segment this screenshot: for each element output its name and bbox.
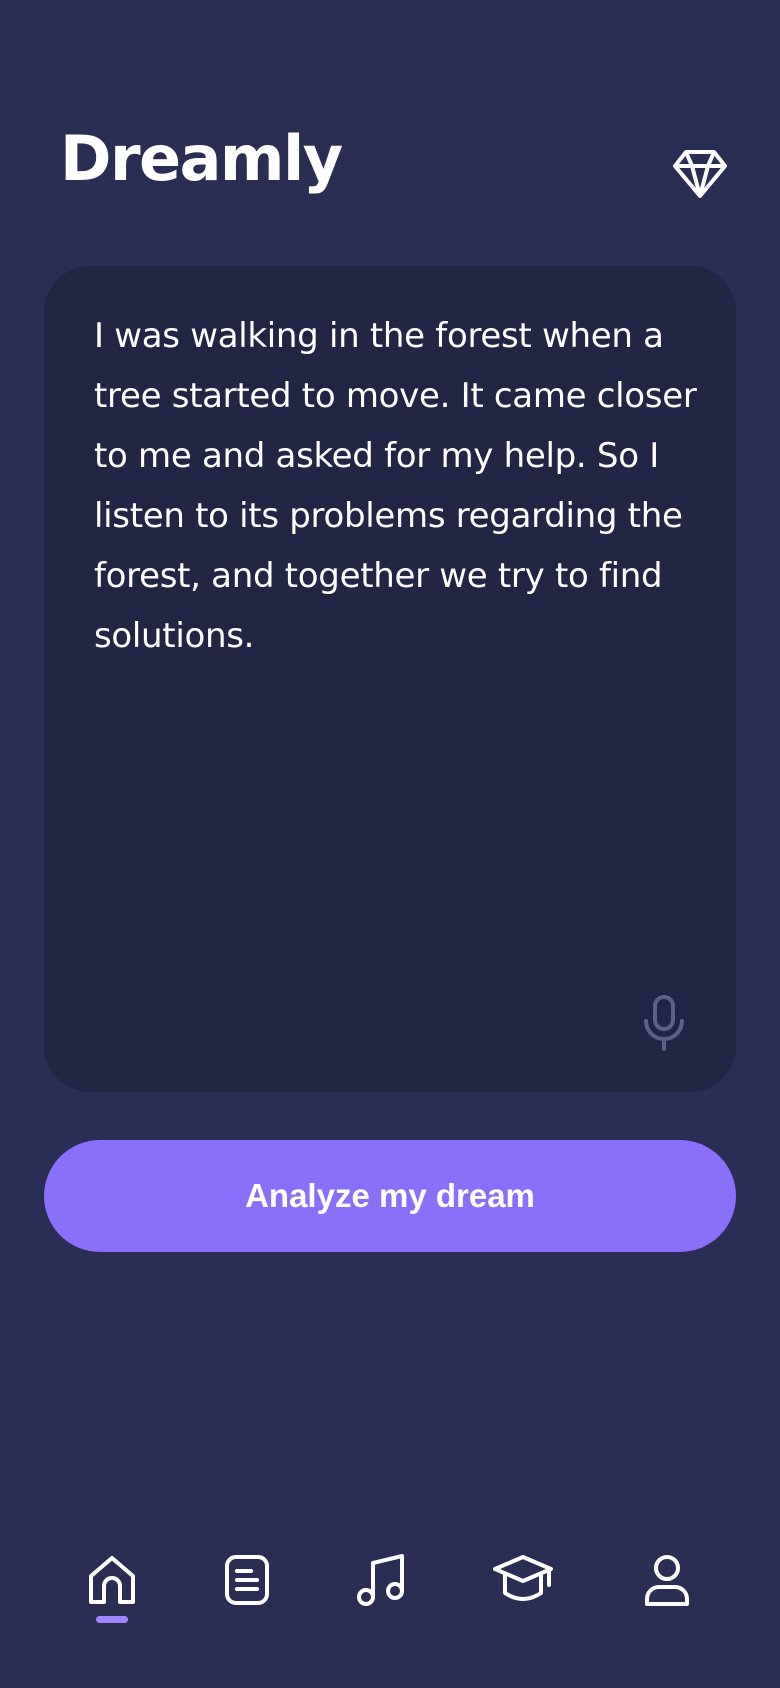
nav-item-learn[interactable]: [483, 1540, 563, 1620]
microphone-icon: [644, 995, 684, 1051]
journal-icon: [225, 1555, 269, 1605]
analyze-dream-button[interactable]: Analyze my dream: [44, 1140, 736, 1252]
nav-item-journal[interactable]: [207, 1540, 287, 1620]
dream-text-input[interactable]: I was walking in the forest when a tree …: [94, 306, 704, 666]
app-title: Dreamly: [60, 122, 343, 195]
graduation-cap-icon: [493, 1555, 553, 1601]
nav-item-profile[interactable]: [627, 1540, 707, 1620]
premium-button[interactable]: [670, 146, 730, 202]
microphone-button[interactable]: [634, 990, 694, 1056]
diamond-icon: [673, 150, 727, 198]
dream-text-card[interactable]: I was walking in the forest when a tree …: [44, 266, 736, 1092]
home-icon: [89, 1556, 135, 1604]
profile-icon: [645, 1555, 689, 1606]
nav-item-home[interactable]: [72, 1540, 152, 1620]
nav-item-music[interactable]: [341, 1540, 421, 1620]
music-note-icon: [357, 1554, 404, 1606]
bottom-navigation: [0, 1520, 780, 1640]
active-tab-indicator: [96, 1616, 128, 1623]
